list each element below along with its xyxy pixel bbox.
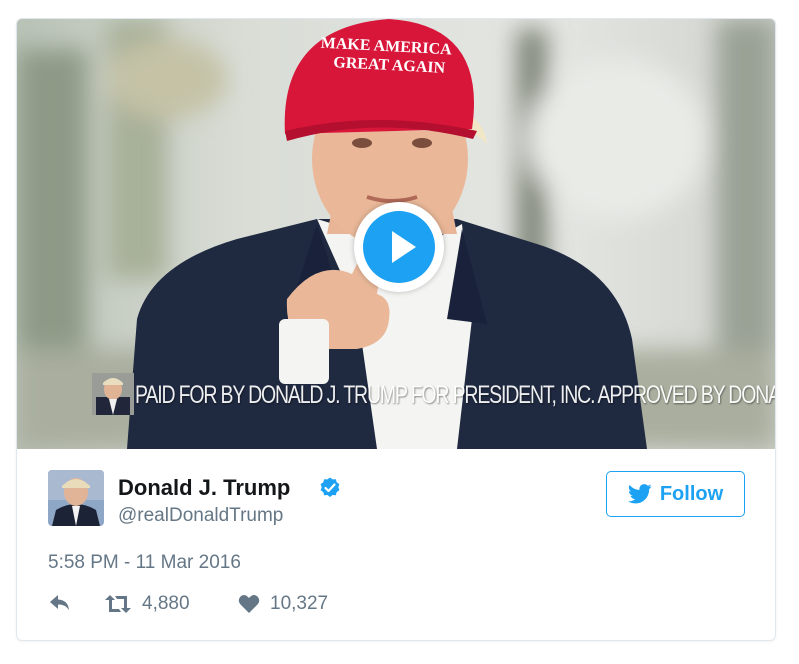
like-button[interactable]: 10,327 bbox=[238, 593, 328, 615]
embedded-tweet-card: MAKE AMERICA GREAT AGAIN PAID FOR BY DON… bbox=[16, 18, 776, 641]
video-media[interactable]: MAKE AMERICA GREAT AGAIN PAID FOR BY DON… bbox=[17, 19, 775, 449]
tweet-timestamp[interactable]: 5:58 PM - 11 Mar 2016 bbox=[48, 552, 241, 574]
author-handle[interactable]: @realDonaldTrump bbox=[118, 505, 283, 527]
verified-icon bbox=[320, 477, 340, 497]
retweet-count: 4,880 bbox=[142, 593, 190, 614]
follow-label: Follow bbox=[659, 482, 724, 505]
twitter-bird-icon bbox=[627, 484, 652, 504]
author-name[interactable]: Donald J. Trump bbox=[118, 475, 290, 501]
avatar-image bbox=[48, 470, 104, 526]
retweet-button[interactable]: 4,880 bbox=[104, 593, 190, 615]
ad-disclaimer-text: PAID FOR BY DONALD J. TRUMP FOR PRESIDEN… bbox=[135, 381, 775, 409]
retweet-icon bbox=[105, 595, 131, 613]
like-count: 10,327 bbox=[270, 593, 329, 614]
play-icon bbox=[392, 231, 416, 263]
disclaimer-thumbnail bbox=[92, 373, 134, 415]
heart-icon bbox=[238, 595, 260, 613]
reply-button[interactable] bbox=[48, 593, 72, 613]
reply-icon bbox=[50, 595, 69, 610]
follow-button[interactable]: Follow bbox=[606, 471, 745, 517]
play-button[interactable] bbox=[354, 202, 444, 292]
avatar[interactable] bbox=[48, 470, 104, 526]
